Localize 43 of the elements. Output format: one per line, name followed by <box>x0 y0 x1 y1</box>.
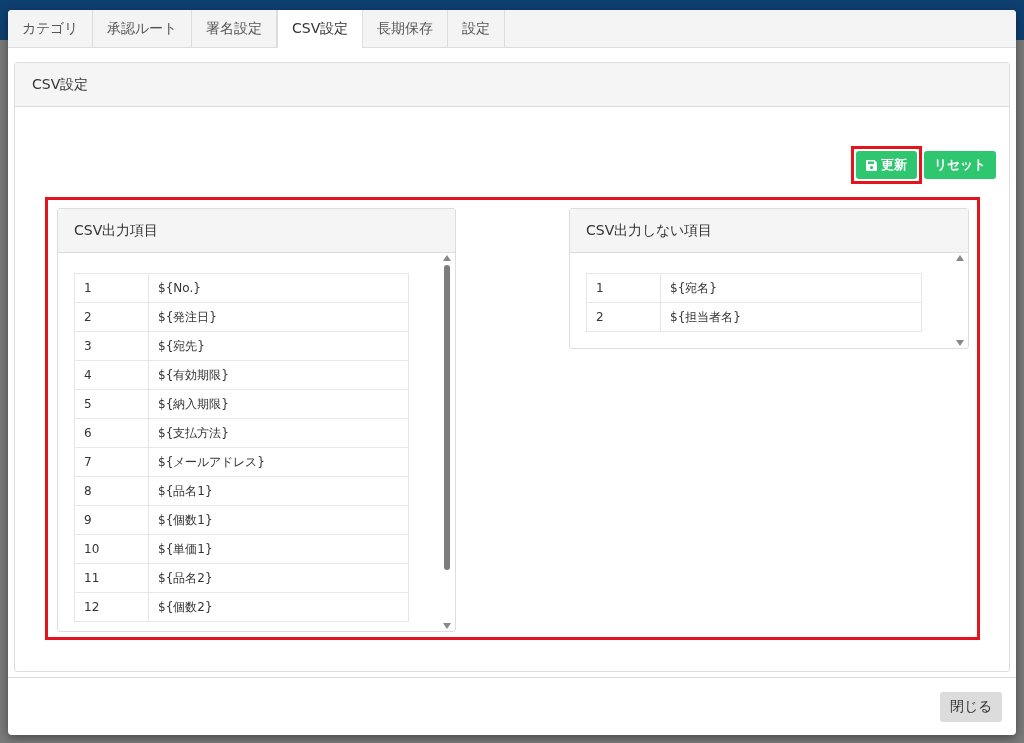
row-number: 5 <box>74 389 149 419</box>
list-title: CSV出力項目 <box>58 209 455 253</box>
row-number: 1 <box>74 273 149 303</box>
field-cell: ${品名2} <box>148 563 409 593</box>
row-number: 9 <box>74 505 149 535</box>
scroll-up-icon[interactable] <box>956 255 964 261</box>
row-number: 4 <box>74 360 149 390</box>
row-number: 2 <box>586 302 661 332</box>
tab[interactable]: 承認ルート <box>93 10 192 47</box>
row-number: 3 <box>74 331 149 361</box>
field-cell: ${品名1} <box>148 476 409 506</box>
field-cell: ${宛先} <box>148 331 409 361</box>
field-cell: ${担当者名} <box>660 302 922 332</box>
field-cell: ${宛名} <box>660 273 922 303</box>
row-number: 2 <box>74 302 149 332</box>
field-cell: ${No.} <box>148 273 409 303</box>
tab[interactable]: 長期保存 <box>363 10 449 47</box>
row-number: 11 <box>74 563 149 593</box>
tab[interactable]: 設定 <box>448 10 506 47</box>
row-number: 8 <box>74 476 149 506</box>
scrollbar-thumb[interactable] <box>444 265 450 570</box>
scroll-down-icon[interactable] <box>956 340 964 346</box>
field-cell: ${単価1} <box>148 534 409 564</box>
field-cell: ${個数1} <box>148 505 409 535</box>
field-cell: ${発注日} <box>148 302 409 332</box>
row-number: 6 <box>74 418 149 448</box>
scroll-up-icon[interactable] <box>443 255 451 261</box>
panel-title: CSV設定 <box>15 63 1009 107</box>
tab[interactable]: カテゴリ <box>8 10 93 47</box>
scroll-down-icon[interactable] <box>443 623 451 629</box>
row-number: 7 <box>74 447 149 477</box>
field-cell: ${メールアドレス} <box>148 447 409 477</box>
tab[interactable]: CSV設定 <box>277 10 364 48</box>
list-title: CSV出力しない項目 <box>570 209 968 253</box>
field-cell: ${有効期限} <box>148 360 409 390</box>
row-number: 12 <box>74 592 149 622</box>
field-cell: ${納入期限} <box>148 389 409 419</box>
save-icon <box>866 159 877 171</box>
field-cell: ${支払方法} <box>148 418 409 448</box>
row-number: 10 <box>74 534 149 564</box>
close-button[interactable]: 閉じる <box>940 691 1002 722</box>
field-cell: ${個数2} <box>148 592 409 622</box>
row-number: 1 <box>586 273 661 303</box>
